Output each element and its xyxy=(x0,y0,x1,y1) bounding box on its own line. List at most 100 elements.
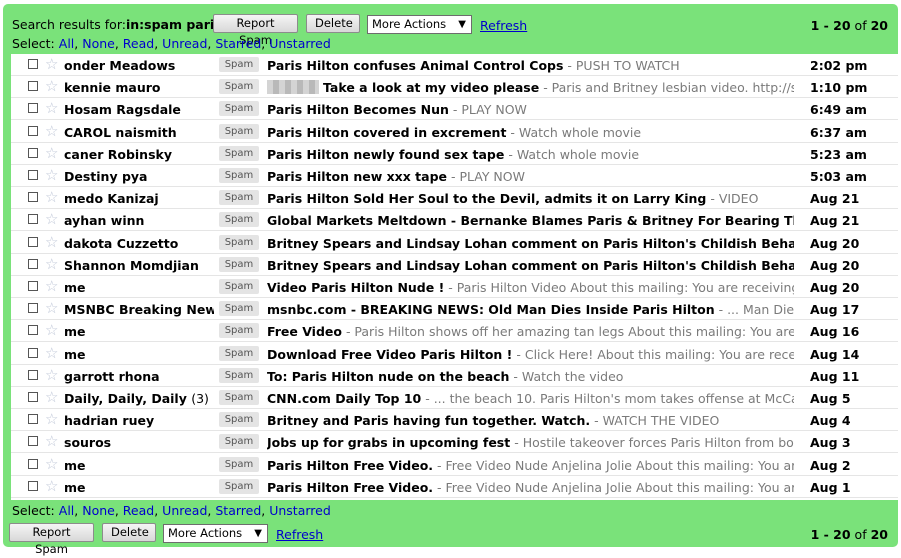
message-checkbox[interactable] xyxy=(28,192,38,203)
star-icon[interactable]: ☆ xyxy=(45,143,58,163)
message-subject: Take a look at my video please xyxy=(323,80,540,96)
delete-button-bottom[interactable]: Delete xyxy=(102,523,156,542)
star-icon[interactable]: ☆ xyxy=(45,298,58,318)
star-icon[interactable]: ☆ xyxy=(45,454,58,474)
refresh-link[interactable]: Refresh xyxy=(480,18,527,33)
message-checkbox[interactable] xyxy=(28,103,38,114)
message-row[interactable]: ☆ hadrian ruey Spam Britney and Paris havin… xyxy=(11,409,898,432)
star-icon[interactable]: ☆ xyxy=(45,276,58,296)
select-unstarred-link[interactable]: Unstarred xyxy=(269,503,331,518)
spam-label: Spam xyxy=(219,212,259,228)
select-none-link[interactable]: None xyxy=(82,36,115,51)
message-checkbox[interactable] xyxy=(28,147,38,158)
star-icon[interactable]: ☆ xyxy=(45,232,58,252)
star-icon[interactable]: ☆ xyxy=(45,409,58,429)
star-icon[interactable]: ☆ xyxy=(45,365,58,385)
message-subject-snippet: Download Free Video Paris Hilton ! - Cli… xyxy=(267,347,794,362)
message-subject-snippet: Video Paris Hilton Nude ! - Paris Hilton… xyxy=(267,280,794,295)
message-checkbox[interactable] xyxy=(28,458,38,469)
report-spam-button-bottom[interactable]: Report Spam xyxy=(9,523,94,556)
bottom-toolbar: Report Spam Delete More Actions ▼ Refres… xyxy=(3,521,898,556)
message-row[interactable]: ☆ ayhan winn Spam Global Markets Meltdown -… xyxy=(11,209,898,232)
select-unread-link[interactable]: Unread xyxy=(162,36,207,51)
result-count: 1 - 20 of 20 xyxy=(810,18,888,33)
message-checkbox[interactable] xyxy=(28,236,38,247)
message-row[interactable]: ☆ Hosam Ragsdale Spam Paris Hilton Becomes … xyxy=(11,98,898,121)
blurred-image xyxy=(267,80,319,95)
message-sender: garrott rhona xyxy=(64,369,214,384)
select-row: Select: All, None, Read, Unread, Starred… xyxy=(12,36,331,51)
message-row[interactable]: ☆ me Spam Paris Hilton Free Video. - Free V… xyxy=(11,454,898,476)
message-row[interactable]: ☆ souros Spam Jobs up for grabs in upcoming… xyxy=(11,431,898,454)
message-checkbox[interactable] xyxy=(28,281,38,291)
message-subject-snippet: msnbc.com - BREAKING NEWS: Old Man Dies … xyxy=(267,302,794,317)
spam-label: Spam xyxy=(219,101,259,117)
spam-label: Spam xyxy=(219,168,259,183)
select-read-link[interactable]: Read xyxy=(123,503,154,518)
message-row[interactable]: ☆ MSNBC Breaking News Spam msnbc.com - BREA… xyxy=(11,298,898,321)
message-checkbox[interactable] xyxy=(28,59,38,69)
message-checkbox[interactable] xyxy=(28,414,38,425)
select-unstarred-link[interactable]: Unstarred xyxy=(269,36,331,51)
star-icon[interactable]: ☆ xyxy=(45,98,58,118)
star-icon[interactable]: ☆ xyxy=(45,121,58,141)
message-checkbox[interactable] xyxy=(28,125,38,136)
message-row[interactable]: ☆ garrott rhona Spam To: Paris Hilton nude … xyxy=(11,365,898,387)
star-icon[interactable]: ☆ xyxy=(45,209,58,229)
message-row[interactable]: ☆ medo Kanizaj Spam Paris Hilton Sold Her S… xyxy=(11,187,898,210)
more-actions-select-bottom[interactable]: More Actions ▼ xyxy=(163,524,268,543)
message-row[interactable]: ☆ kennie mauro Spam Take a look at my video… xyxy=(11,76,898,99)
message-checkbox[interactable] xyxy=(28,325,38,336)
message-row[interactable]: ☆ me Spam Paris Hilton Free Video. - Free V… xyxy=(11,476,898,498)
select-none-link[interactable]: None xyxy=(82,503,115,518)
select-all-link[interactable]: All xyxy=(59,503,75,518)
message-checkbox[interactable] xyxy=(28,214,38,225)
refresh-link-bottom[interactable]: Refresh xyxy=(276,527,323,542)
star-icon[interactable]: ☆ xyxy=(45,165,58,185)
star-icon[interactable]: ☆ xyxy=(45,54,58,74)
message-sender: me xyxy=(64,480,214,495)
star-icon[interactable]: ☆ xyxy=(45,343,58,363)
select-starred-link[interactable]: Starred xyxy=(215,503,261,518)
select-all-link[interactable]: All xyxy=(59,36,75,51)
message-checkbox[interactable] xyxy=(28,480,38,491)
select-unread-link[interactable]: Unread xyxy=(162,503,207,518)
star-icon[interactable]: ☆ xyxy=(45,387,58,407)
message-checkbox[interactable] xyxy=(28,170,38,180)
message-snippet: - WATCH THE VIDEO xyxy=(590,413,720,429)
report-spam-button[interactable]: Report Spam xyxy=(213,14,298,47)
spam-label: Spam xyxy=(219,234,259,250)
message-row[interactable]: ☆ dakota Cuzzetto Spam Britney Spears and L… xyxy=(11,232,898,254)
message-row[interactable]: ☆ Shannon Momdjian Spam Britney Spears and … xyxy=(11,254,898,276)
message-row[interactable]: ☆ onder Meadows Spam Paris Hilton confuses … xyxy=(11,54,898,76)
delete-button[interactable]: Delete xyxy=(306,14,360,33)
message-row[interactable]: ☆ me Spam Free Video - Paris Hilton shows o… xyxy=(11,320,898,343)
star-icon[interactable]: ☆ xyxy=(45,320,58,340)
message-checkbox[interactable] xyxy=(28,347,38,358)
message-row[interactable]: ☆ caner Robinsky Spam Paris Hilton newly fo… xyxy=(11,143,898,165)
message-date: Aug 4 xyxy=(810,413,851,429)
star-icon[interactable]: ☆ xyxy=(45,476,58,496)
star-icon[interactable]: ☆ xyxy=(45,76,58,96)
star-icon[interactable]: ☆ xyxy=(45,254,58,274)
message-row[interactable]: ☆ CAROL naismith Spam Paris Hilton covered … xyxy=(11,121,898,143)
message-row[interactable]: ☆ me Spam Video Paris Hilton Nude ! - Paris… xyxy=(11,276,898,298)
message-checkbox[interactable] xyxy=(28,392,38,402)
message-row[interactable]: ☆ Destiny pya Spam Paris Hilton new xxx tap… xyxy=(11,165,898,187)
message-checkbox[interactable] xyxy=(28,436,38,447)
select-read-link[interactable]: Read xyxy=(123,36,154,51)
star-icon[interactable]: ☆ xyxy=(45,431,58,451)
select-starred-link[interactable]: Starred xyxy=(215,36,261,51)
message-checkbox[interactable] xyxy=(28,369,38,380)
more-actions-select[interactable]: More Actions ▼ xyxy=(367,15,472,34)
message-checkbox[interactable] xyxy=(28,81,38,92)
sender-name: souros xyxy=(64,435,112,451)
message-row[interactable]: ☆ Daily, Daily, Daily (3) Spam CNN.com Dail… xyxy=(11,387,898,409)
star-icon[interactable]: ☆ xyxy=(45,187,58,207)
message-sender: kennie mauro xyxy=(64,80,214,95)
message-checkbox[interactable] xyxy=(28,258,38,269)
message-row[interactable]: ☆ me Spam Download Free Video Paris Hilton … xyxy=(11,343,898,365)
sender-name: Destiny pya xyxy=(64,169,148,184)
message-checkbox[interactable] xyxy=(28,303,38,314)
message-date: Aug 3 xyxy=(810,435,851,451)
